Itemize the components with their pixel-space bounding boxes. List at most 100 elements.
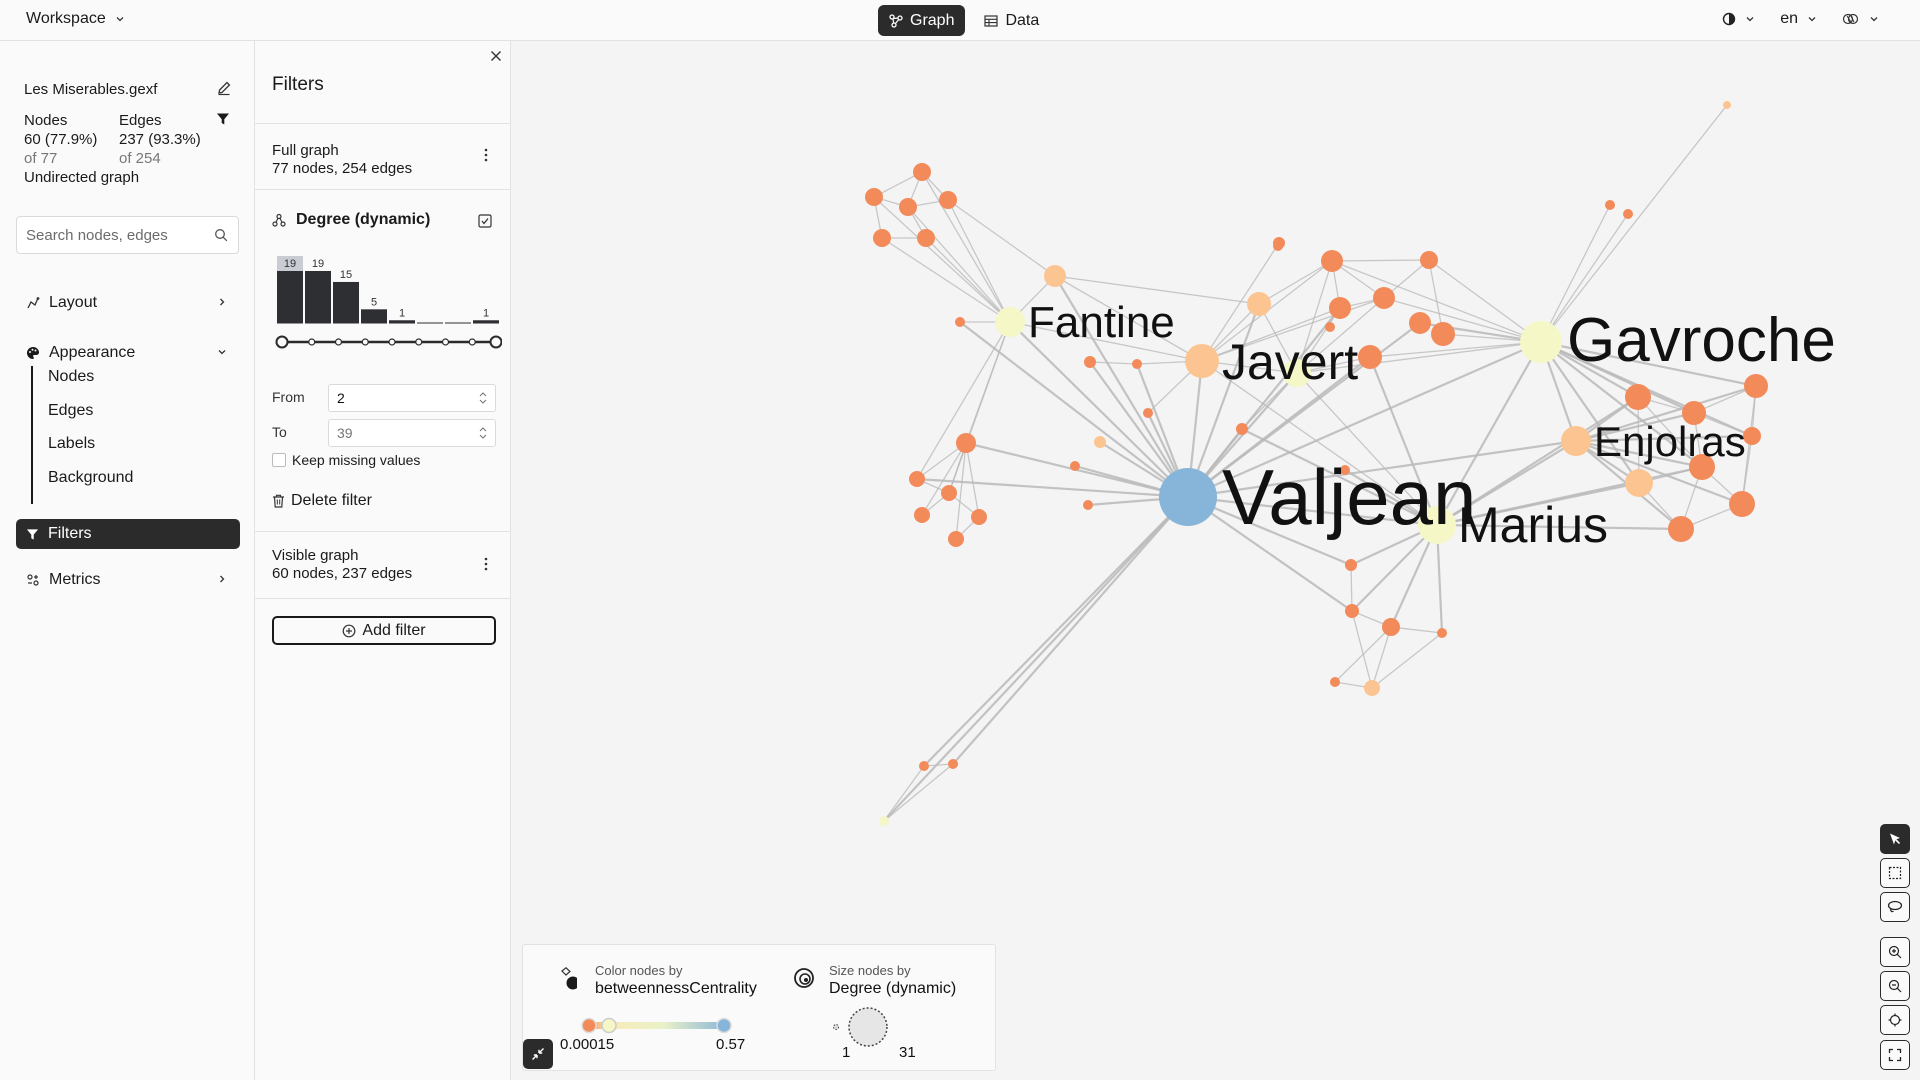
subnav-labels[interactable]: Labels	[48, 435, 95, 453]
visible-graph-menu-button[interactable]	[483, 556, 489, 572]
graph-node[interactable]	[1325, 322, 1335, 332]
graph-canvas[interactable]: ValjeanMarius Gavroche Javert Enjolras Fanti…	[512, 41, 1920, 1080]
size-scale	[833, 1007, 888, 1047]
graph-node[interactable]	[917, 229, 935, 247]
graph-node[interactable]	[955, 317, 965, 327]
graph-node[interactable]	[1159, 468, 1217, 526]
nav-layout[interactable]: Layout	[16, 288, 240, 318]
pointer-tool-button[interactable]	[1880, 824, 1910, 854]
graph-node[interactable]	[1345, 559, 1357, 571]
graph-node[interactable]	[1744, 374, 1768, 398]
graph-node[interactable]	[948, 531, 964, 547]
tab-data[interactable]: Data	[973, 5, 1050, 36]
degree-filter-header: Degree (dynamic)	[272, 211, 430, 229]
nav-metrics[interactable]: Metrics	[16, 565, 240, 595]
graph-node[interactable]	[1605, 200, 1615, 210]
search-icon[interactable]	[214, 228, 228, 242]
graph-node[interactable]	[1143, 408, 1153, 418]
graph-node[interactable]	[1364, 680, 1380, 696]
graph-node[interactable]	[948, 759, 958, 769]
graph-node[interactable]	[1185, 344, 1219, 378]
graph-node[interactable]	[995, 307, 1025, 337]
to-input[interactable]: 39	[328, 419, 496, 447]
zoom-in-button[interactable]	[1880, 937, 1910, 967]
workspace-menu[interactable]: Workspace	[26, 10, 126, 28]
graph-node[interactable]	[909, 471, 925, 487]
graph-node[interactable]	[1084, 356, 1096, 368]
search-input[interactable]	[26, 226, 196, 244]
graph-node[interactable]	[1132, 359, 1142, 369]
graph-node[interactable]	[971, 509, 987, 525]
graph-node[interactable]	[1094, 436, 1106, 448]
graph-node[interactable]	[1345, 604, 1359, 618]
graph-node[interactable]	[1083, 500, 1093, 510]
range-handle-max[interactable]	[489, 335, 502, 349]
range-tick	[415, 338, 423, 346]
checkbox[interactable]	[272, 453, 286, 467]
graph-node[interactable]	[1420, 251, 1438, 269]
graph-node[interactable]	[1561, 426, 1591, 456]
zoom-out-button[interactable]	[1880, 971, 1910, 1001]
graph-node[interactable]	[1358, 345, 1382, 369]
table-icon	[984, 14, 999, 27]
graph-node[interactable]	[1070, 461, 1080, 471]
graph-node[interactable]	[939, 191, 957, 209]
graph-node[interactable]	[1373, 287, 1395, 309]
histogram-bar-label: 19	[312, 258, 324, 270]
graph-node[interactable]	[899, 198, 917, 216]
range-handle-min[interactable]	[275, 335, 289, 349]
graph-node[interactable]	[1668, 516, 1694, 542]
add-filter-button[interactable]: Add filter	[272, 616, 496, 645]
graph-node[interactable]	[1330, 677, 1340, 687]
tab-graph[interactable]: Graph	[878, 5, 966, 36]
subnav-nodes[interactable]: Nodes	[48, 368, 94, 386]
graph-node[interactable]	[913, 163, 931, 181]
rect-select-tool-button[interactable]	[1880, 858, 1910, 888]
graph-node[interactable]	[1382, 618, 1400, 636]
graph-node[interactable]	[914, 507, 930, 523]
graph-node[interactable]	[941, 485, 957, 501]
graph-node[interactable]	[1273, 241, 1283, 251]
keep-missing-checkbox[interactable]: Keep missing values	[272, 452, 420, 468]
nav-appearance[interactable]: Appearance	[16, 338, 240, 368]
graph-node[interactable]	[956, 433, 976, 453]
nav-filters[interactable]: Filters	[16, 519, 240, 549]
graph-edge	[947, 199, 1056, 277]
center-view-button[interactable]	[1880, 1005, 1910, 1035]
full-graph-menu-button[interactable]	[483, 147, 489, 163]
user-menu[interactable]	[1842, 11, 1880, 27]
degree-filter-toggle[interactable]	[478, 214, 492, 228]
graph-node[interactable]	[919, 761, 929, 771]
graph-node[interactable]	[873, 229, 891, 247]
graph-node[interactable]	[1247, 292, 1271, 316]
graph-node[interactable]	[1329, 297, 1351, 319]
graph-node[interactable]	[1431, 322, 1455, 346]
graph-node[interactable]	[1321, 250, 1343, 272]
graph-node[interactable]	[1044, 265, 1066, 287]
graph-node[interactable]	[1409, 312, 1431, 334]
delete-filter-button[interactable]: Delete filter	[272, 492, 372, 510]
subnav-edges[interactable]: Edges	[48, 402, 93, 420]
subnav-background[interactable]: Background	[48, 469, 133, 487]
graph-node[interactable]	[865, 188, 883, 206]
from-input[interactable]: 2	[328, 384, 496, 412]
theme-toggle[interactable]	[1722, 12, 1756, 26]
stepper-icon[interactable]	[478, 391, 488, 405]
degree-histogram[interactable]: 19 19 15 5 1 1	[272, 256, 502, 386]
graph-node[interactable]	[879, 816, 889, 826]
graph-node[interactable]	[1236, 423, 1248, 435]
graph-node[interactable]	[1625, 384, 1651, 410]
graph-node[interactable]	[1437, 628, 1447, 638]
graph-node[interactable]	[1623, 209, 1633, 219]
edit-file-button[interactable]	[216, 80, 232, 96]
close-filters-button[interactable]	[488, 48, 504, 64]
language-select[interactable]: en	[1780, 10, 1818, 28]
graph-node[interactable]	[1520, 321, 1562, 363]
lasso-tool-button[interactable]	[1880, 892, 1910, 922]
fullscreen-button[interactable]	[1880, 1040, 1910, 1070]
graph-node[interactable]	[1625, 469, 1653, 497]
collapse-legend-button[interactable]	[523, 1039, 553, 1069]
graph-node[interactable]	[1729, 491, 1755, 517]
graph-node[interactable]	[1723, 101, 1731, 109]
stepper-icon[interactable]	[478, 426, 488, 440]
